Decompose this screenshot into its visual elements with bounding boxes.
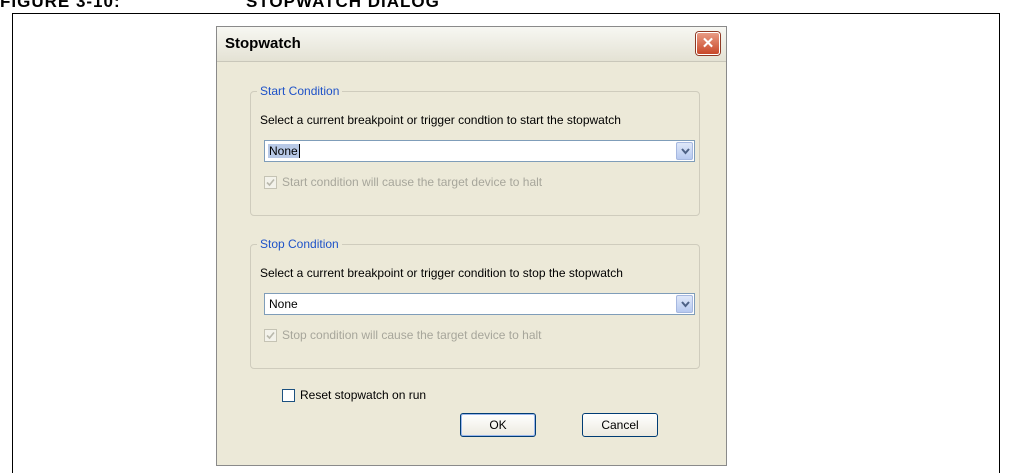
figure-caption: FIGURE 3-10: STOPWATCH DIALOG (0, 0, 1014, 10)
start-condition-select[interactable]: None (264, 140, 695, 162)
stop-halt-checkbox[interactable] (264, 329, 277, 342)
stop-condition-select[interactable]: None (264, 293, 695, 315)
start-condition-dropdown-button[interactable] (676, 142, 693, 160)
stop-halt-label: Stop condition will cause the target dev… (282, 328, 542, 342)
start-halt-checkbox[interactable] (264, 176, 277, 189)
figure-number: FIGURE 3-10: (0, 0, 121, 10)
figure-title: STOPWATCH DIALOG (246, 0, 440, 10)
stop-condition-dropdown-button[interactable] (676, 295, 693, 313)
checkmark-icon (266, 178, 275, 187)
start-condition-value: None (268, 144, 300, 158)
start-halt-label: Start condition will cause the target de… (282, 175, 543, 189)
stop-condition-group: Stop Condition Select a current breakpoi… (250, 237, 700, 369)
reset-stopwatch-checkbox[interactable] (282, 389, 295, 402)
close-button[interactable]: ✕ (696, 32, 720, 55)
stop-condition-value: None (269, 297, 298, 311)
dialog-title: Stopwatch (225, 35, 301, 52)
start-condition-description: Select a current breakpoint or trigger c… (260, 113, 621, 127)
start-condition-group: Start Condition Select a current breakpo… (250, 84, 700, 216)
dialog-titlebar: Stopwatch ✕ (217, 27, 726, 62)
checkmark-icon (266, 331, 275, 340)
stop-condition-description: Select a current breakpoint or trigger c… (260, 266, 623, 280)
close-icon: ✕ (701, 35, 715, 52)
stop-condition-legend: Stop Condition (257, 237, 342, 251)
ok-button[interactable]: OK (460, 413, 536, 437)
chevron-down-icon (681, 301, 690, 308)
reset-stopwatch-label: Reset stopwatch on run (300, 388, 427, 402)
chevron-down-icon (681, 148, 690, 155)
stopwatch-dialog: Stopwatch ✕ Start Condition Select a cur… (216, 26, 727, 466)
start-condition-legend: Start Condition (257, 84, 343, 98)
cancel-button[interactable]: Cancel (582, 413, 658, 437)
